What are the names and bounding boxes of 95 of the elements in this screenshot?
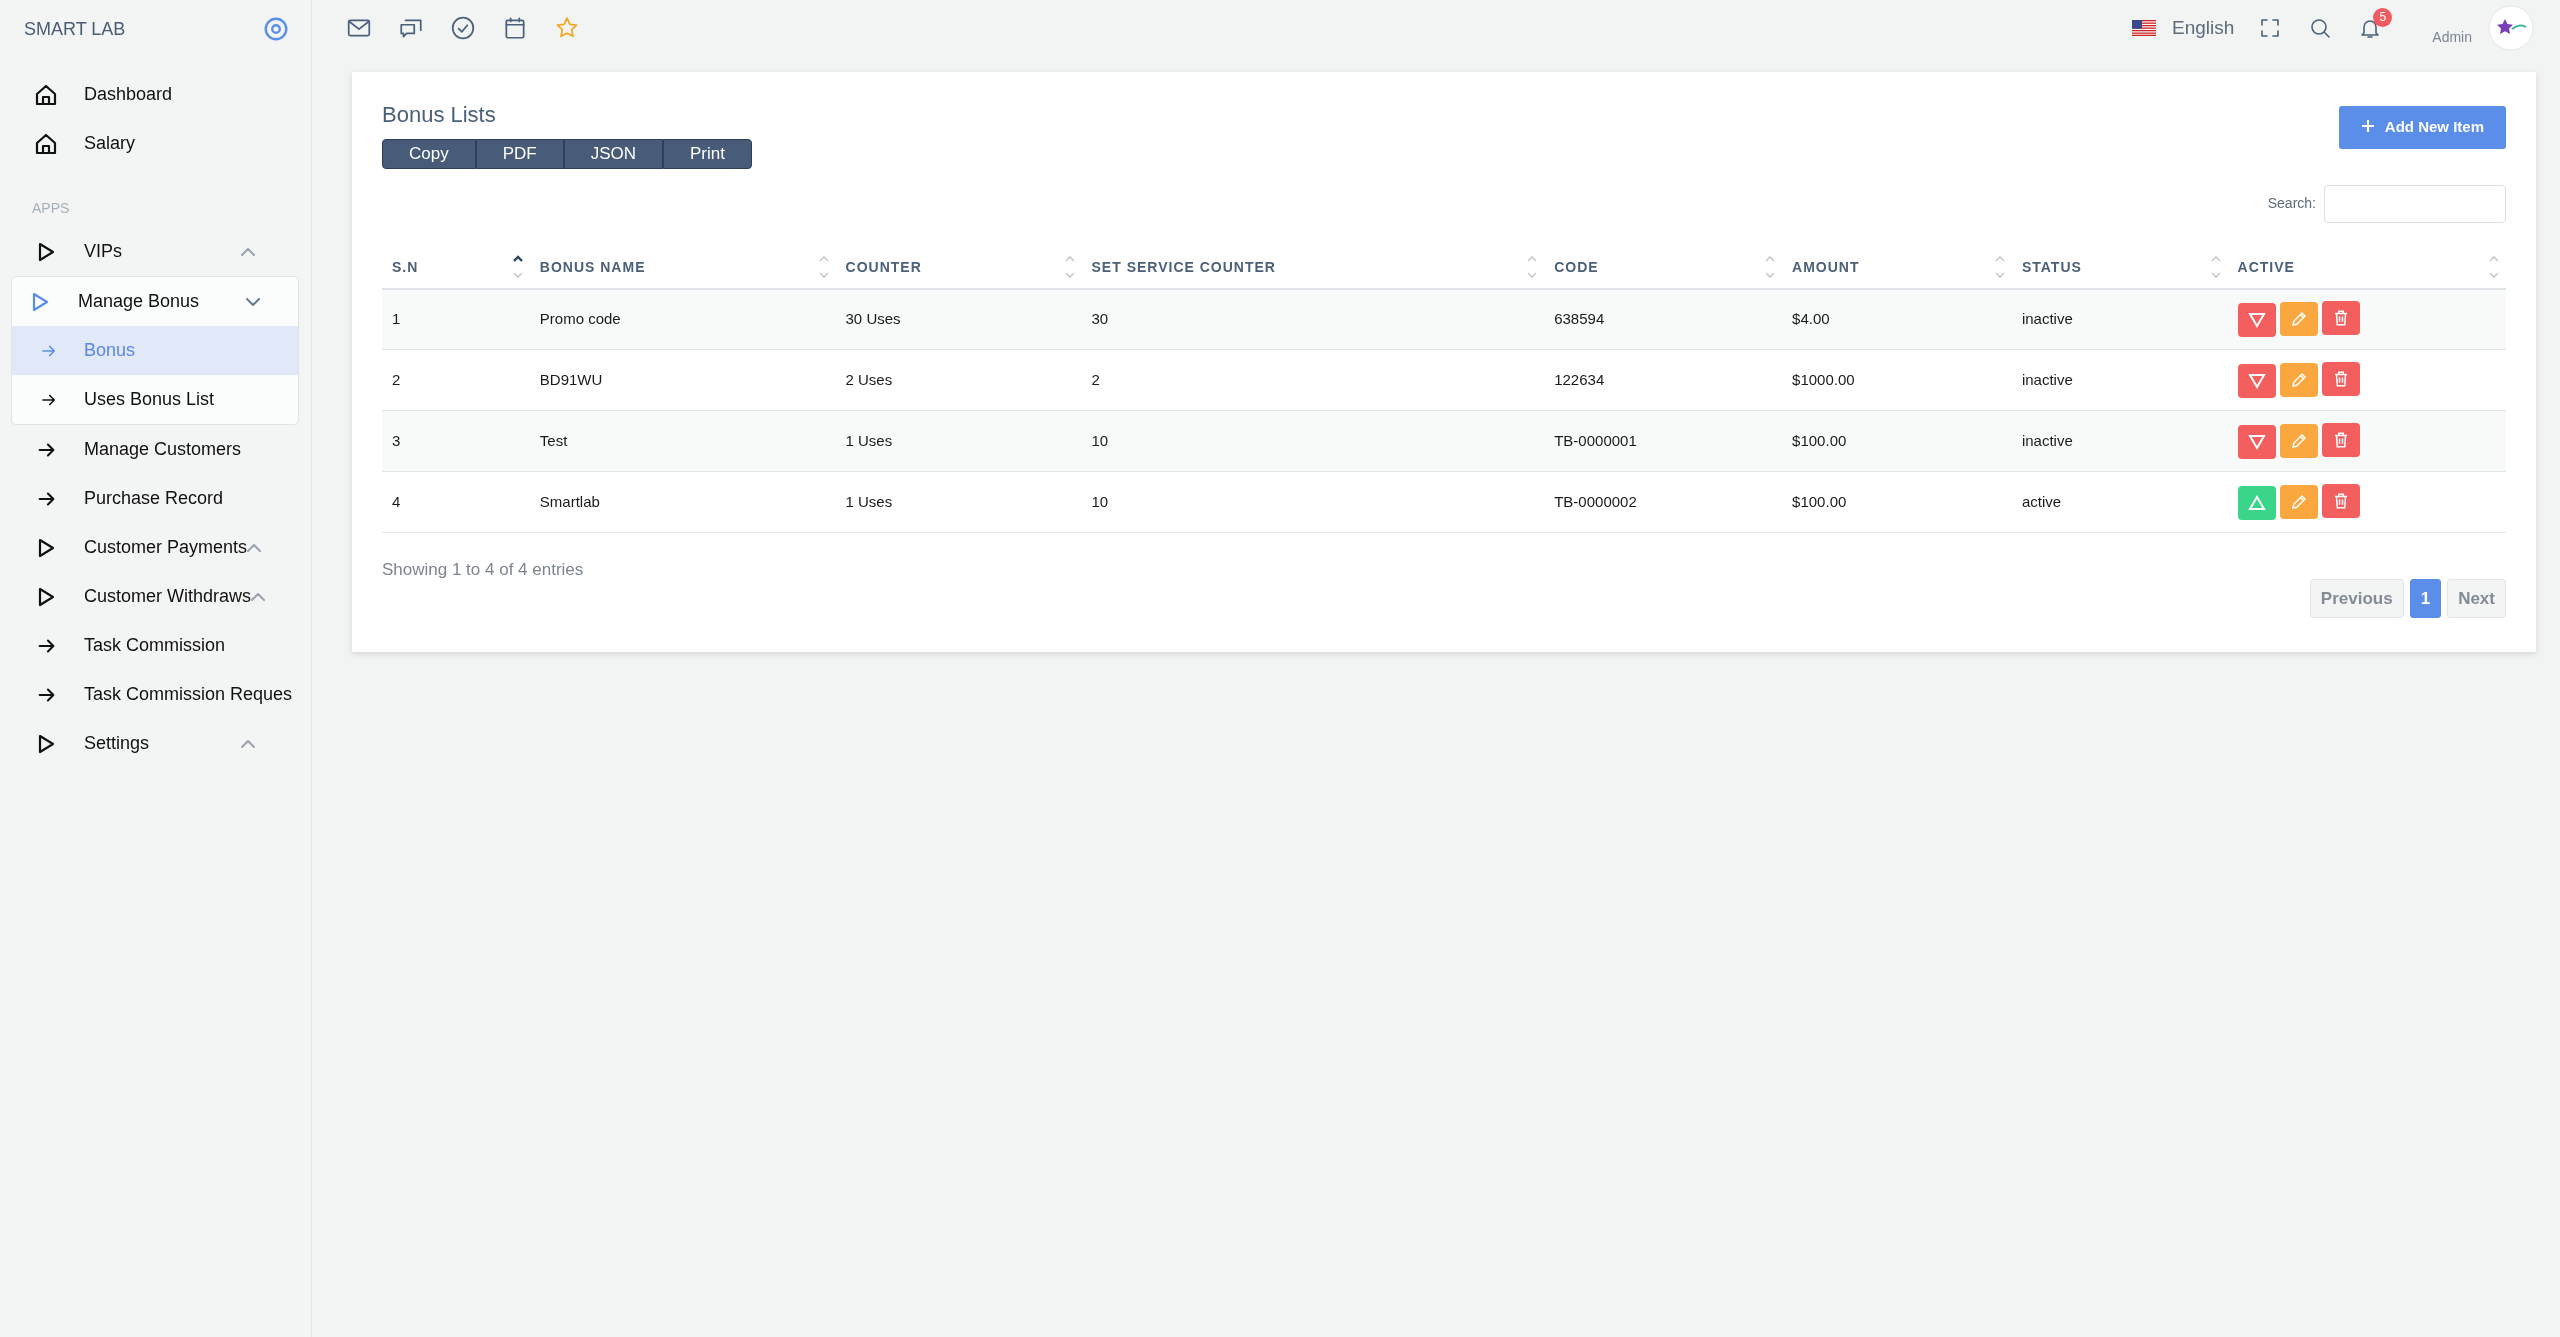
- table-cell: 3: [392, 431, 401, 449]
- table-cell: Smartlab: [539, 492, 600, 510]
- table-cell: 1: [392, 310, 401, 327]
- table-cell: 30 Uses: [845, 310, 901, 327]
- sidebar-item[interactable]: Settings: [18, 719, 293, 768]
- chevron-up-icon: [241, 740, 255, 749]
- column-header[interactable]: S.N: [382, 246, 530, 289]
- delete-button[interactable]: [2321, 484, 2360, 518]
- edit-button[interactable]: [2279, 302, 2318, 337]
- home-icon: [34, 131, 58, 156]
- edit-button[interactable]: [2279, 363, 2318, 397]
- user-role: Admin: [2432, 29, 2472, 45]
- flag-icon[interactable]: [2132, 20, 2156, 36]
- edit-button[interactable]: [2279, 485, 2318, 519]
- home-icon: [34, 82, 58, 107]
- language-selector[interactable]: English: [2172, 13, 2235, 43]
- table-cell: 122634: [1554, 370, 1605, 388]
- export-button[interactable]: Print: [663, 139, 752, 169]
- pencil-icon: [2289, 493, 2308, 511]
- sidebar-item[interactable]: Salary: [18, 119, 293, 168]
- delete-button[interactable]: [2321, 301, 2360, 336]
- column-header[interactable]: BONUS NAME: [529, 246, 836, 289]
- chevron-up-icon: [251, 593, 266, 602]
- calendar-icon: [502, 15, 528, 41]
- export-button[interactable]: JSON: [563, 139, 664, 169]
- column-header[interactable]: SET SERVICE COUNTER: [1081, 246, 1545, 289]
- table-cell: 2: [1091, 370, 1100, 388]
- entries-info: Showing 1 to 4 of 4 entries: [382, 559, 585, 581]
- triangle-up-icon: [2247, 495, 2266, 511]
- toggle-status-button[interactable]: [2237, 425, 2276, 459]
- table-cell: $1000.00: [1792, 370, 1855, 388]
- sidebar-item[interactable]: Task Commission: [20, 621, 293, 670]
- column-header[interactable]: STATUS: [2011, 246, 2228, 289]
- sidebar-item[interactable]: Dashboard: [18, 70, 293, 119]
- column-header[interactable]: CODE: [1544, 246, 1783, 289]
- pencil-icon: [2289, 432, 2308, 450]
- table-cell: $4.00: [1792, 310, 1830, 327]
- table-cell: 2 Uses: [845, 370, 893, 388]
- sidebar-item[interactable]: Manage Bonus: [12, 277, 298, 326]
- chevron-down-icon: [246, 298, 260, 307]
- export-button[interactable]: PDF: [475, 139, 564, 169]
- submenu-item[interactable]: Uses Bonus List: [12, 375, 298, 424]
- table-cell: 638594: [1554, 310, 1605, 327]
- edit-button[interactable]: [2279, 424, 2318, 458]
- toggle-status-button[interactable]: [2237, 303, 2276, 338]
- plus-icon: [2360, 119, 2375, 133]
- table-cell: inactive: [2021, 431, 2073, 449]
- sidebar-item[interactable]: Manage Customers: [20, 425, 293, 474]
- delete-button[interactable]: [2321, 423, 2360, 457]
- table-cell: 10: [1091, 431, 1109, 449]
- table-cell: inactive: [2021, 370, 2073, 388]
- chevron-up-icon: [241, 248, 255, 257]
- table-cell: Test: [539, 431, 568, 449]
- toggle-status-button[interactable]: [2237, 486, 2276, 520]
- sidebar-item[interactable]: Customer Payments: [18, 523, 293, 572]
- table-cell: BD91WU: [539, 370, 603, 388]
- delete-button[interactable]: [2321, 362, 2360, 396]
- table-cell: 4: [392, 492, 401, 510]
- sidebar-item[interactable]: Purchase Record: [20, 474, 293, 523]
- export-button[interactable]: Copy: [382, 139, 476, 169]
- chevron-up-icon: [247, 544, 262, 553]
- column-header[interactable]: COUNTER: [835, 246, 1082, 289]
- check-circle-icon: [450, 15, 476, 41]
- table-cell: Promo code: [539, 310, 621, 327]
- table-cell: TB-0000001: [1554, 431, 1637, 449]
- notification-count: 5: [2373, 7, 2393, 27]
- search-label: Search:: [2267, 194, 2316, 213]
- table-cell: $100.00: [1792, 492, 1847, 510]
- brand-name: SMART LAB: [24, 17, 126, 41]
- sidebar-item[interactable]: Customer Withdraws: [18, 572, 293, 621]
- card-title: Bonus Lists: [382, 101, 497, 129]
- table-cell: 1 Uses: [845, 492, 893, 510]
- toggle-status-button[interactable]: [2237, 364, 2276, 398]
- triangle-down-icon: [2247, 312, 2266, 329]
- column-header[interactable]: ACTIVE: [2227, 246, 2506, 289]
- table-cell: inactive: [2021, 310, 2073, 327]
- table-cell: active: [2021, 492, 2062, 510]
- section-heading: APPS: [31, 199, 71, 218]
- search-field[interactable]: [2324, 184, 2506, 223]
- table-cell: 10: [1091, 492, 1109, 510]
- avatar-logo-icon[interactable]: [2488, 5, 2534, 51]
- search-icon: [2308, 16, 2333, 41]
- triangle-down-icon: [2247, 373, 2266, 389]
- target-icon: [263, 16, 289, 42]
- table-cell: TB-0000002: [1554, 492, 1637, 510]
- table-cell: 2: [392, 370, 401, 388]
- sidebar-item[interactable]: VIPs: [18, 227, 293, 276]
- sidebar-item[interactable]: Task Commission Reques: [20, 670, 293, 719]
- column-header[interactable]: AMOUNT: [1782, 246, 2012, 289]
- pencil-icon: [2289, 310, 2308, 329]
- table-cell: $100.00: [1792, 431, 1847, 449]
- pencil-icon: [2289, 371, 2308, 389]
- table-cell: 1 Uses: [845, 431, 893, 449]
- triangle-down-icon: [2247, 434, 2266, 450]
- table-cell: 30: [1091, 310, 1109, 327]
